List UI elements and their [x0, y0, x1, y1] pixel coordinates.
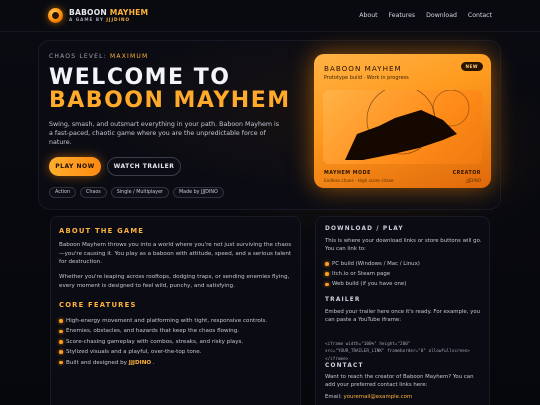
- tag-action: Action: [49, 187, 77, 198]
- download-text: This is where your download links or sto…: [325, 238, 482, 253]
- game-card[interactable]: BABOON MAYHEM Prototype build · Work in …: [314, 54, 491, 188]
- feature-text: High-energy movement and platforming wit…: [66, 318, 268, 324]
- card-footer-left-subtitle: Endless chaos · High score chase: [324, 178, 394, 183]
- hero-title-line1: WELCOME TO: [49, 65, 231, 90]
- feature-item: Score-chasing gameplay with combos, stre…: [59, 337, 294, 347]
- bullet-icon: [325, 272, 329, 276]
- download-item[interactable]: Web build (if you have one): [325, 279, 420, 289]
- play-now-button[interactable]: PLAY NOW: [49, 157, 101, 176]
- about-panel: ABOUT THE GAME Baboon Mayhem throws you …: [50, 216, 301, 405]
- brand-title-highlight: MAYHEM: [109, 7, 149, 17]
- logo-icon[interactable]: [48, 8, 63, 23]
- code-line: <iframe width="100%" height="200": [325, 342, 411, 347]
- hero-description: Swing, smash, and outsmart everything in…: [49, 121, 280, 147]
- nav-link-download[interactable]: Download: [426, 12, 457, 19]
- tag-chaos: Chaos: [80, 187, 107, 198]
- features-list: High-energy movement and platforming wit…: [59, 316, 294, 368]
- trailer-title: TRAILER: [325, 297, 361, 303]
- built-by-prefix: Built and designed by: [66, 359, 129, 366]
- tag-list: Action Chaos Single / Multiplayer Made b…: [49, 187, 224, 198]
- download-item[interactable]: Itch.io or Steam page: [325, 269, 420, 279]
- card-title: BABOON MAYHEM: [324, 64, 402, 73]
- brand-title: BABOON MAYHEM: [69, 7, 149, 17]
- bullet-icon: [59, 360, 63, 365]
- card-footer-left-title: MAYHEM MODE: [324, 171, 371, 176]
- chaos-level: CHAOS LEVEL: MAXIMUM: [49, 53, 148, 60]
- about-paragraph-1: Baboon Mayhem throws you into a world wh…: [59, 242, 292, 266]
- brand-sub-prefix: A GAME BY: [69, 17, 107, 23]
- card-footer-right-subtitle: JJJDINO: [466, 178, 481, 183]
- built-by-suffix: .: [151, 359, 155, 366]
- top-nav: BABOON MAYHEM A GAME BY JJJDINO About Fe…: [0, 0, 540, 32]
- features-title: CORE FEATURES: [59, 301, 137, 309]
- download-item-text: PC build (Windows / Mac / Linux): [332, 261, 420, 267]
- feature-text: Score-chasing gameplay with combos, stre…: [66, 338, 244, 345]
- nav-links: About Features Download Contact: [359, 12, 492, 19]
- bullet-icon: [325, 282, 329, 287]
- card-subtitle: Prototype build · Work in progress: [324, 75, 409, 81]
- hero-section: CHAOS LEVEL: MAXIMUM WELCOME TO BABOON M…: [38, 40, 501, 210]
- download-item-text: Web build (if you have one): [332, 281, 407, 288]
- watch-trailer-button[interactable]: WATCH TRAILER: [107, 157, 181, 176]
- nav-link-features[interactable]: Features: [389, 12, 416, 19]
- trailer-text: Embed your trailer here once it's ready.…: [325, 309, 481, 324]
- feature-item-built-by: Built and designed by JJJDINO .: [59, 358, 294, 368]
- chaos-level-value: MAXIMUM: [110, 53, 149, 60]
- download-item[interactable]: PC build (Windows / Mac / Linux): [325, 259, 420, 269]
- new-badge: NEW: [460, 62, 483, 71]
- brand-sub-highlight: JJJDINO: [106, 17, 131, 23]
- download-list: PC build (Windows / Mac / Linux) Itch.io…: [325, 259, 420, 290]
- tag-players: Single / Multiplayer: [110, 187, 170, 198]
- contact-text: Want to reach the creator of Baboon Mayh…: [325, 374, 474, 389]
- bullet-icon: [59, 329, 63, 334]
- brand-title-prefix: BABOON: [69, 7, 110, 17]
- bullet-icon: [59, 350, 63, 354]
- bullet-icon: [59, 319, 63, 323]
- card-artwork: [323, 90, 482, 164]
- brand[interactable]: BABOON MAYHEM A GAME BY JJJDINO: [69, 7, 149, 23]
- contact-email-row: Email: youremail@example.com: [325, 393, 485, 401]
- email-label: Email:: [325, 394, 344, 400]
- chaos-shape-illustration: [345, 90, 470, 160]
- download-item-text: Itch.io or Steam page: [332, 271, 391, 278]
- nav-link-contact[interactable]: Contact: [468, 12, 492, 19]
- card-footer-right-title: CREATOR: [452, 171, 481, 176]
- feature-item: Stylized visuals and a playful, over-the…: [59, 347, 294, 357]
- brand-subtitle: A GAME BY JJJDINO: [69, 18, 148, 22]
- page: BABOON MAYHEM A GAME BY JJJDINO About Fe…: [0, 0, 540, 405]
- contact-title: CONTACT: [325, 363, 364, 369]
- email-link[interactable]: youremail@example.com: [344, 394, 413, 400]
- about-paragraph-2: Whether you're leaping across rooftops, …: [59, 274, 290, 289]
- built-by-name: JJJDINO: [128, 359, 152, 366]
- code-line: src="YOUR_TRAILER_LINK" frameborder="0" …: [325, 349, 470, 355]
- bullet-icon: [325, 262, 329, 266]
- hero-title-line2: BABOON MAYHEM: [49, 88, 291, 113]
- trailer-embed-code[interactable]: <iframe width="100%" height="200" src="Y…: [325, 341, 485, 363]
- feature-item: Enemies, obstacles, and hazards that kee…: [59, 326, 294, 336]
- chaos-level-label: CHAOS LEVEL:: [49, 53, 111, 60]
- bullet-icon: [59, 340, 63, 344]
- sidebar-panel: DOWNLOAD / PLAY This is where your downl…: [315, 216, 490, 405]
- about-title: ABOUT THE GAME: [59, 227, 145, 235]
- nav-link-about[interactable]: About: [359, 12, 377, 19]
- feature-text: Enemies, obstacles, and hazards that kee…: [66, 328, 240, 335]
- feature-item: High-energy movement and platforming wit…: [59, 316, 294, 326]
- feature-text: Stylized visuals and a playful, over-the…: [66, 349, 202, 356]
- tag-creator: Made by JJJDINO: [173, 187, 224, 198]
- download-title: DOWNLOAD / PLAY: [325, 226, 404, 232]
